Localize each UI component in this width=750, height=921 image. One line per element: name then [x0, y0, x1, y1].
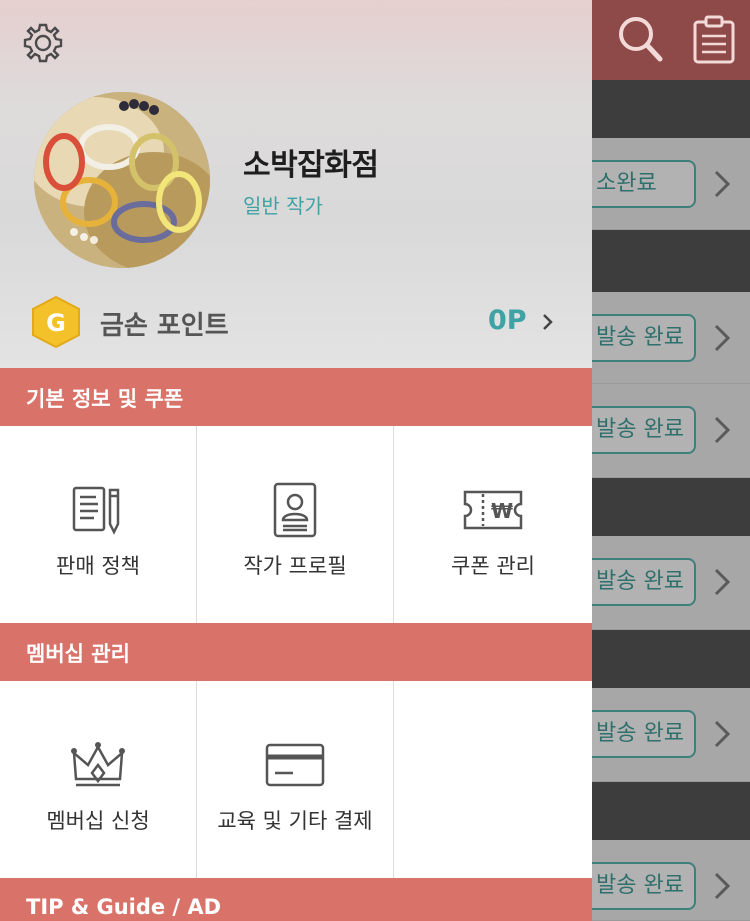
menu-tile-empty: [394, 681, 592, 878]
section-title: TIP & Guide / AD: [26, 895, 222, 919]
status-button[interactable]: 소완료: [578, 160, 696, 208]
background-divider: [592, 630, 750, 688]
avatar-photo: [34, 92, 210, 268]
menu-tile-coupon[interactable]: ₩ 쿠폰 관리: [394, 426, 592, 623]
background-divider: [592, 478, 750, 536]
profile-header: 소박잡화점 일반 작가 G 금손 포인트 0P: [0, 0, 592, 368]
points-label: 금손 포인트: [100, 311, 229, 341]
chevron-right-icon: [714, 324, 731, 352]
section-title: 멤버십 관리: [26, 642, 130, 666]
background-row[interactable]: 발송 완료: [578, 840, 750, 921]
crown-icon: [71, 742, 125, 787]
navigation-drawer: 소박잡화점 일반 작가 G 금손 포인트 0P 기본 정보 및 쿠폰 판매 정책: [0, 0, 592, 921]
coin-letter: G: [46, 309, 66, 337]
section-title: 기본 정보 및 쿠폰: [26, 387, 184, 411]
tile-label: 작가 프로필: [243, 554, 347, 578]
tile-label: 교육 및 기타 결제: [217, 809, 373, 833]
menu-tile-membership-apply[interactable]: 멤버십 신청: [0, 681, 197, 878]
gold-coin-icon: G: [32, 295, 80, 349]
status-button[interactable]: 발송 완료: [578, 862, 696, 910]
background-divider: [592, 80, 750, 138]
artist-grade: 일반 작가: [243, 194, 323, 218]
coupon-icon: ₩: [463, 490, 523, 530]
points-value: 0P: [488, 305, 527, 336]
chevron-right-icon: [714, 720, 731, 748]
search-icon[interactable]: [616, 14, 664, 64]
status-button[interactable]: 발송 완료: [578, 710, 696, 758]
background-row[interactable]: 발송 완료: [578, 292, 750, 384]
status-button[interactable]: 발송 완료: [578, 314, 696, 362]
svg-text:₩: ₩: [491, 499, 513, 523]
chevron-right-icon: [714, 568, 731, 596]
background-row[interactable]: 소완료: [578, 138, 750, 230]
section-header-basic-info: 기본 정보 및 쿠폰: [0, 368, 592, 426]
background-divider: [592, 782, 750, 840]
clipboard-icon[interactable]: [690, 14, 738, 64]
artist-profile-icon: [273, 482, 317, 538]
status-button[interactable]: 발송 완료: [578, 406, 696, 454]
menu-tile-artist-profile[interactable]: 작가 프로필: [197, 426, 394, 623]
chevron-right-icon: [714, 416, 731, 444]
section-header-tip-guide: TIP & Guide / AD: [0, 878, 592, 921]
background-header: [592, 0, 750, 80]
background-divider: [592, 230, 750, 292]
background-row[interactable]: 발송 완료: [578, 688, 750, 782]
credit-card-icon: [265, 743, 325, 787]
sales-policy-icon: [72, 486, 120, 535]
chevron-right-icon: [543, 314, 553, 330]
menu-tile-sales-policy[interactable]: 판매 정책: [0, 426, 197, 623]
section-header-membership: 멤버십 관리: [0, 623, 592, 681]
menu-tile-education-payment[interactable]: 교육 및 기타 결제: [197, 681, 394, 878]
status-button[interactable]: 발송 완료: [578, 558, 696, 606]
tile-label: 판매 정책: [56, 554, 140, 578]
tile-label: 멤버십 신청: [46, 809, 150, 833]
background-row[interactable]: 발송 완료: [578, 536, 750, 630]
shop-name: 소박잡화점: [243, 148, 379, 183]
chevron-right-icon: [714, 170, 731, 198]
tile-label: 쿠폰 관리: [451, 554, 535, 578]
avatar[interactable]: [34, 92, 210, 268]
chevron-right-icon: [714, 872, 731, 900]
background-row[interactable]: 발송 완료: [578, 384, 750, 478]
gear-icon[interactable]: [22, 22, 64, 64]
